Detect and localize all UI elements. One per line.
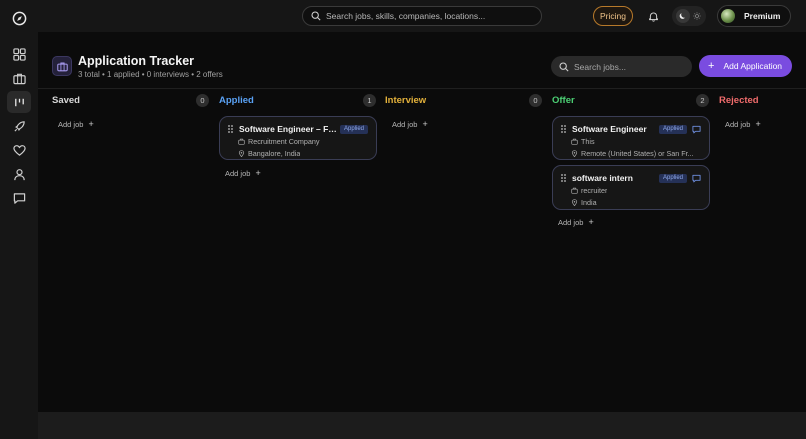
note-icon[interactable]: [692, 174, 701, 183]
status-badge: Applied: [658, 173, 687, 183]
column-count-saved: 0: [196, 94, 209, 107]
main-panel: Application Tracker 3 total • 1 applied …: [38, 32, 806, 412]
kanban-icon[interactable]: [7, 91, 31, 113]
building-icon: [571, 138, 578, 145]
plus-icon: +: [88, 119, 94, 129]
company-name: This: [581, 136, 595, 146]
page-title: Application Tracker: [78, 54, 195, 68]
plus-icon: +: [708, 59, 715, 72]
company-name: Recruitment Company: [248, 136, 320, 146]
add-job-label: Add job: [225, 168, 251, 178]
message-icon[interactable]: [7, 187, 31, 209]
building-icon: [238, 138, 245, 145]
job-card[interactable]: software intern Applied recruiter India: [552, 165, 710, 210]
global-search-input[interactable]: [326, 11, 536, 21]
location-line: Bangalore, India: [238, 148, 368, 158]
location-pin-icon: [238, 149, 245, 157]
drag-handle-icon[interactable]: [561, 174, 567, 182]
bell-icon[interactable]: [646, 9, 660, 23]
job-card[interactable]: Software Engineer Applied This Remote (U…: [552, 116, 710, 160]
compass-icon[interactable]: [7, 7, 31, 29]
company-name: recruiter: [581, 185, 608, 195]
plus-icon: +: [755, 119, 761, 129]
jobs-search-input[interactable]: [574, 61, 689, 72]
column-title-interview: Interview: [385, 95, 427, 106]
user-icon[interactable]: [7, 163, 31, 185]
jobs-search[interactable]: [551, 56, 692, 77]
footer-band: [38, 412, 806, 439]
premium-label: Premium: [744, 11, 781, 21]
add-job-label: Add job: [392, 119, 418, 129]
drag-handle-icon[interactable]: [561, 125, 567, 133]
plus-icon: +: [255, 168, 261, 178]
job-card[interactable]: Software Engineer – Full... Applied Recr…: [219, 116, 377, 160]
column-title-saved: Saved: [52, 95, 80, 106]
briefcase-icon: [52, 56, 72, 76]
location-pin-icon: [571, 149, 578, 157]
add-job-label: Add job: [558, 217, 584, 227]
location-pin-icon: [571, 198, 578, 206]
location-text: Bangalore, India: [248, 148, 301, 158]
job-title: software intern: [572, 173, 633, 183]
job-title: Software Engineer: [572, 124, 647, 134]
premium-button[interactable]: Premium: [717, 5, 791, 27]
sidebar: [0, 0, 38, 439]
search-icon: [559, 61, 569, 72]
column-title-applied: Applied: [219, 95, 254, 106]
add-application-button[interactable]: + Add Application: [699, 55, 792, 77]
add-job-interview[interactable]: Add job +: [392, 119, 428, 129]
top-bar: Pricing Premium: [38, 0, 806, 32]
company-line: This: [571, 136, 701, 146]
moon-icon: [676, 9, 690, 23]
rocket-icon[interactable]: [7, 115, 31, 137]
grid-icon[interactable]: [7, 43, 31, 65]
location-text: Remote (United States) or San Fr...: [581, 148, 694, 158]
building-icon: [571, 187, 578, 194]
search-icon: [311, 11, 321, 21]
location-line: India: [571, 197, 701, 207]
company-line: recruiter: [571, 185, 701, 195]
status-badge: Applied: [339, 124, 368, 134]
plus-icon: +: [422, 119, 428, 129]
column-title-rejected: Rejected: [719, 95, 759, 106]
sun-icon: [692, 11, 702, 21]
column-count-offer: 2: [696, 94, 709, 107]
add-job-offer[interactable]: Add job +: [558, 217, 594, 227]
briefcase-icon[interactable]: [7, 67, 31, 89]
pricing-button[interactable]: Pricing: [593, 6, 633, 26]
theme-toggle[interactable]: [672, 6, 706, 26]
header-divider: [38, 88, 806, 89]
add-job-rejected[interactable]: Add job +: [725, 119, 761, 129]
company-line: Recruitment Company: [238, 136, 368, 146]
column-count-interview: 0: [529, 94, 542, 107]
add-job-label: Add job: [725, 119, 751, 129]
status-badge: Applied: [658, 124, 687, 134]
global-search[interactable]: [302, 6, 542, 26]
location-line: Remote (United States) or San Fr...: [571, 148, 701, 158]
location-text: India: [581, 197, 597, 207]
plus-icon: +: [588, 217, 594, 227]
avatar: [721, 9, 735, 23]
page-subtitle: 3 total • 1 applied • 0 interviews • 2 o…: [78, 70, 223, 79]
note-icon[interactable]: [692, 125, 701, 134]
add-job-label: Add job: [58, 119, 84, 129]
add-application-label: Add Application: [723, 61, 783, 71]
drag-handle-icon[interactable]: [228, 125, 234, 133]
column-title-offer: Offer: [552, 95, 575, 106]
add-job-saved[interactable]: Add job +: [58, 119, 94, 129]
column-count-applied: 1: [363, 94, 376, 107]
job-title: Software Engineer – Full...: [239, 124, 339, 134]
heart-icon[interactable]: [7, 139, 31, 161]
add-job-applied[interactable]: Add job +: [225, 168, 261, 178]
